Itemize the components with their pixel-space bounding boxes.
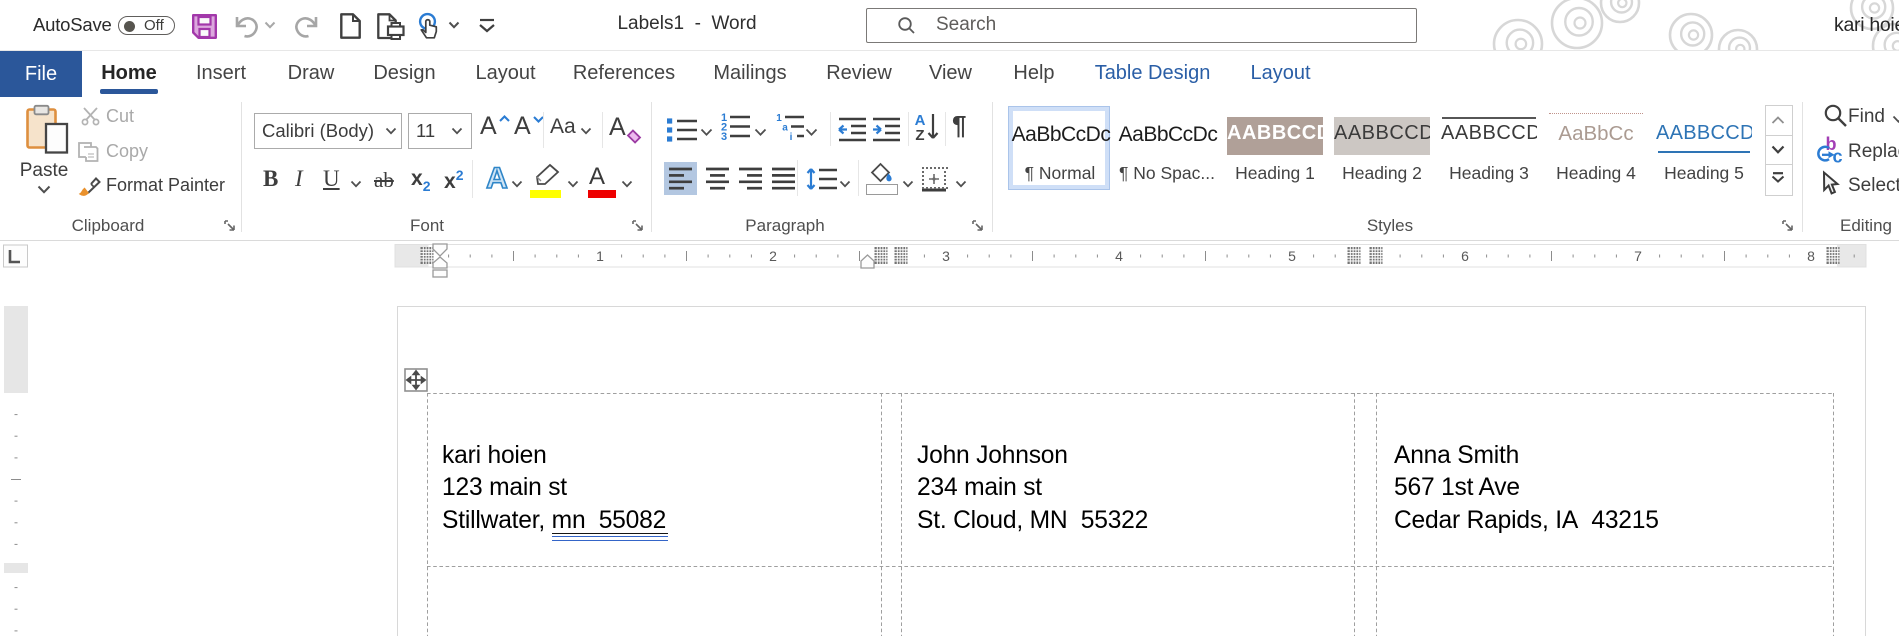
svg-text:1: 1 [596, 248, 604, 264]
svg-text:8: 8 [1807, 248, 1815, 264]
svg-text:7: 7 [1634, 248, 1642, 264]
svg-text:5: 5 [1288, 248, 1296, 264]
svg-text:4: 4 [1115, 248, 1123, 264]
svg-text:6: 6 [1461, 248, 1469, 264]
svg-text:3: 3 [942, 248, 950, 264]
svg-text:2: 2 [769, 248, 777, 264]
